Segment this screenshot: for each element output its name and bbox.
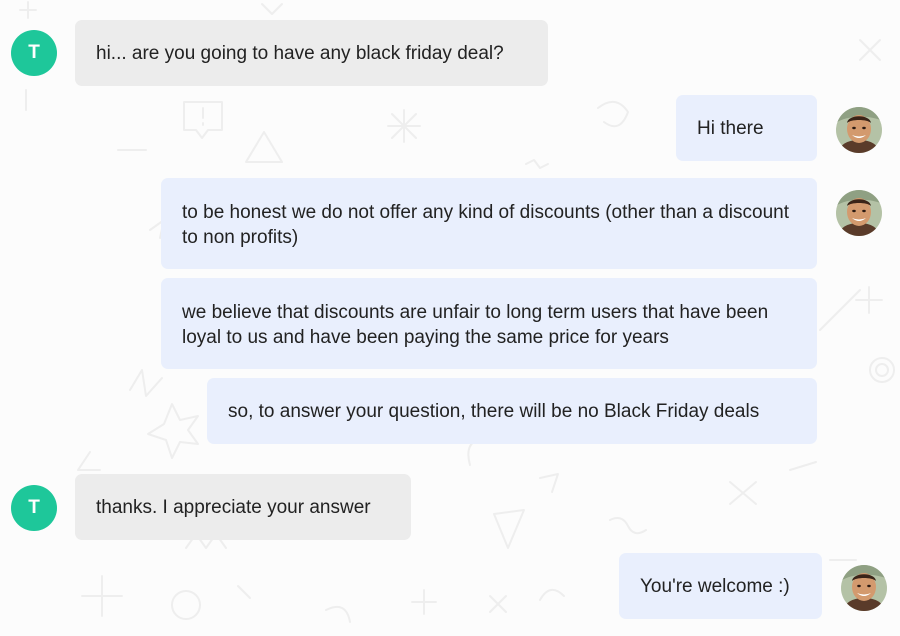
visitor-initial: T bbox=[28, 497, 40, 518]
message-bubble-agent: to be honest we do not offer any kind of… bbox=[161, 178, 817, 269]
visitor-avatar: T bbox=[11, 485, 57, 531]
message-bubble-agent: so, to answer your question, there will … bbox=[207, 378, 817, 444]
message-bubble-agent: we believe that discounts are unfair to … bbox=[161, 278, 817, 369]
agent-avatar bbox=[836, 107, 882, 153]
message-bubble-visitor: hi... are you going to have any black fr… bbox=[75, 20, 548, 86]
message-text: to be honest we do not offer any kind of… bbox=[182, 202, 789, 248]
agent-photo-icon bbox=[841, 565, 887, 611]
message-text: thanks. I appreciate your answer bbox=[96, 497, 371, 518]
message-text: hi... are you going to have any black fr… bbox=[96, 43, 504, 64]
message-text: so, to answer your question, there will … bbox=[228, 401, 760, 422]
agent-avatar bbox=[836, 190, 882, 236]
message-text: Hi there bbox=[697, 118, 764, 139]
message-text: You're welcome :) bbox=[640, 576, 790, 597]
message-bubble-agent: You're welcome :) bbox=[619, 553, 822, 619]
message-bubble-visitor: thanks. I appreciate your answer bbox=[75, 474, 411, 540]
agent-photo-icon bbox=[836, 107, 882, 153]
visitor-initial: T bbox=[28, 42, 40, 63]
agent-photo-icon bbox=[836, 190, 882, 236]
agent-avatar bbox=[841, 565, 887, 611]
message-text: we believe that discounts are unfair to … bbox=[182, 302, 769, 348]
visitor-avatar: T bbox=[11, 30, 57, 76]
message-bubble-agent: Hi there bbox=[676, 95, 817, 161]
